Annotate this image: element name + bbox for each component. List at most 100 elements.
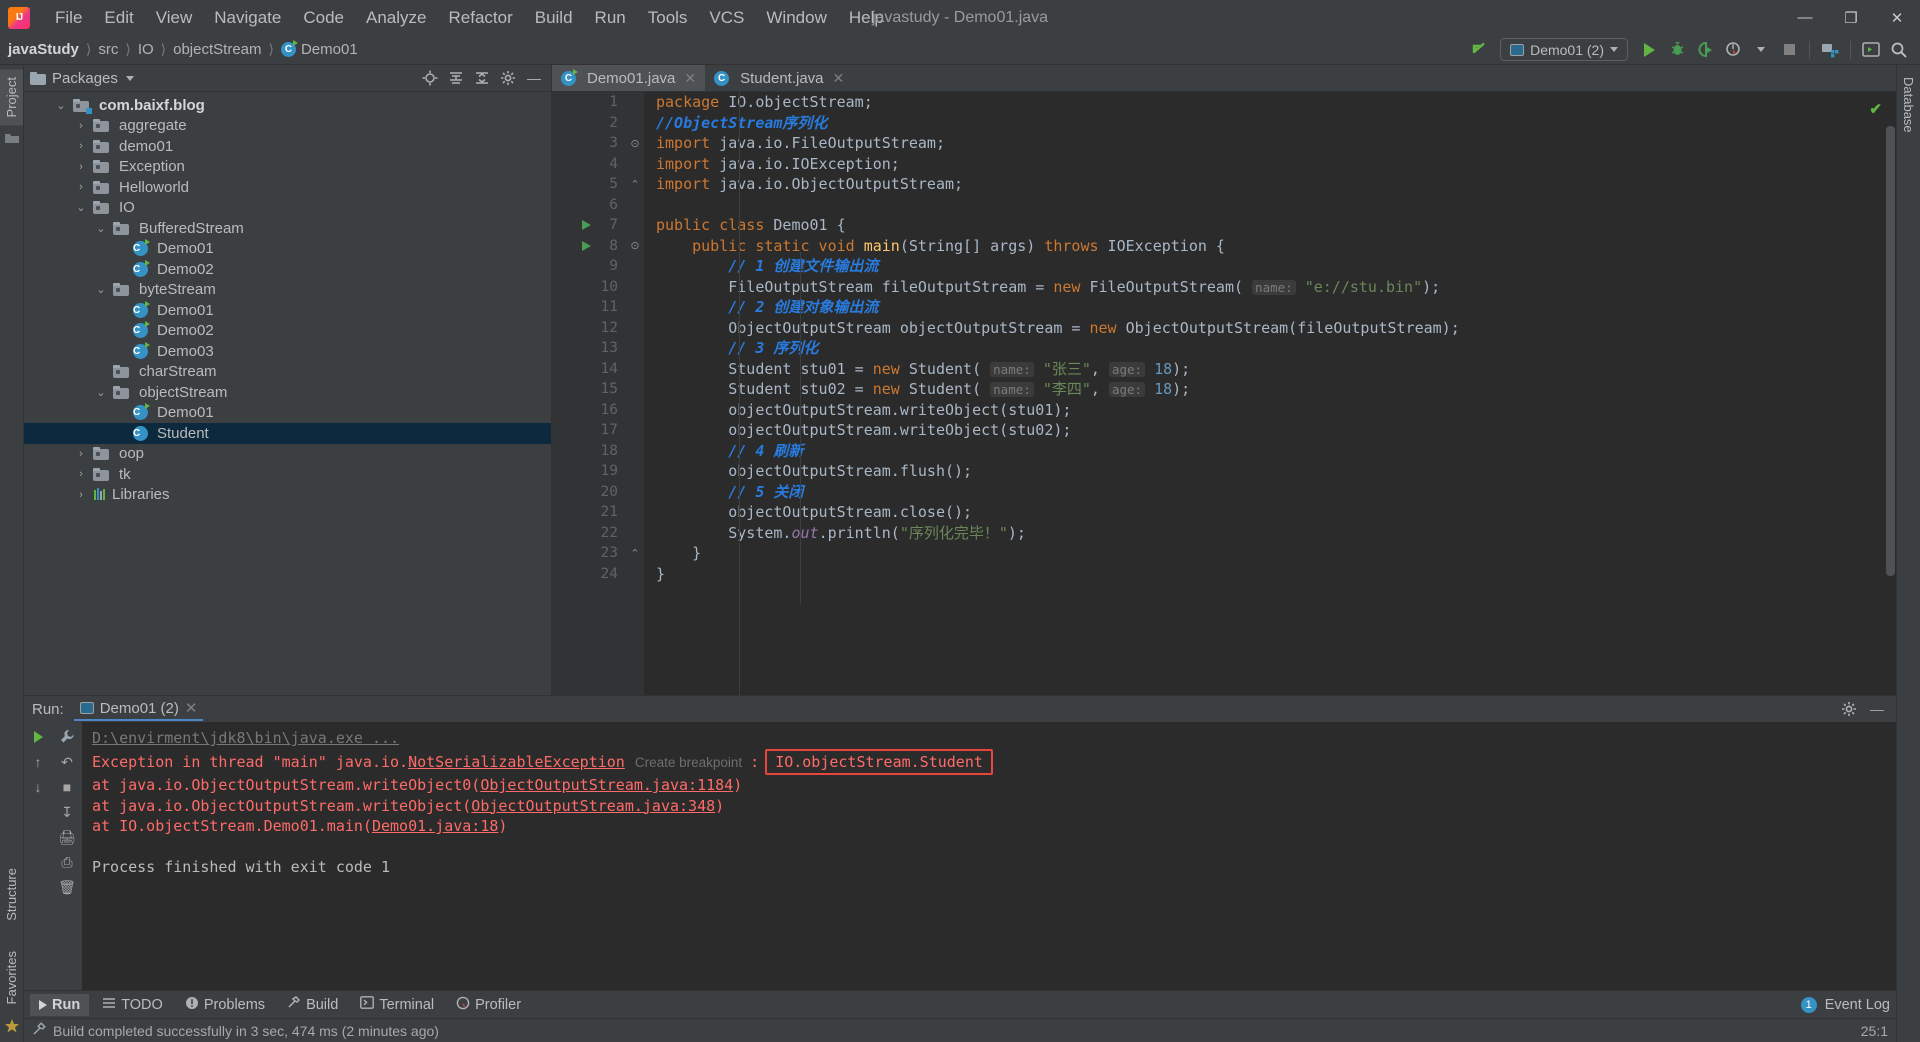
chevron-down-icon[interactable]: ⌄	[74, 201, 88, 214]
run-icon[interactable]	[1636, 38, 1662, 62]
chevron-right-icon[interactable]: ›	[74, 181, 88, 193]
folder-strip-icon[interactable]	[4, 131, 20, 147]
sidebar-tab-favorites[interactable]: Favorites	[0, 943, 23, 1012]
stack-link[interactable]: ObjectOutputStream.java:348	[471, 797, 715, 815]
gutter-run-icon[interactable]	[582, 240, 591, 251]
update-project-icon[interactable]	[1466, 38, 1492, 62]
tree-row-demo03[interactable]: C Demo03	[24, 341, 551, 362]
editor-tab-student[interactable]: C Student.java ✕	[705, 65, 853, 91]
chevron-right-icon[interactable]: ›	[74, 120, 88, 132]
tree-row-student[interactable]: C Student	[24, 423, 551, 444]
exception-type-link[interactable]: NotSerializableException	[408, 753, 625, 771]
gutter-line-6[interactable]: 6	[552, 195, 626, 216]
project-tree[interactable]: ⌄ com.baixf.blog › aggregate › demo01 › Excepti…	[24, 92, 551, 695]
gutter-line-3[interactable]: 3	[552, 133, 626, 154]
run-configuration-selector[interactable]: Demo01 (2)	[1500, 38, 1628, 61]
chevron-right-icon[interactable]: ›	[74, 140, 88, 152]
tree-row-io[interactable]: ⌄ IO	[24, 198, 551, 219]
run-with-coverage-icon[interactable]	[1692, 38, 1718, 62]
profile-dropdown-icon[interactable]	[1748, 38, 1774, 62]
create-breakpoint-hint[interactable]: Create breakpoint	[635, 755, 742, 770]
bottom-tab-problems[interactable]: Problems	[176, 993, 274, 1017]
close-icon[interactable]: ✕	[185, 699, 198, 717]
editor-scrollbar[interactable]: ✔	[1869, 92, 1896, 695]
breadcrumb-project[interactable]: javaStudy	[8, 41, 79, 58]
menu-file[interactable]: File	[44, 4, 93, 32]
debug-icon[interactable]	[1664, 38, 1690, 62]
bottom-tab-build[interactable]: Build	[278, 993, 347, 1017]
gutter-line-1[interactable]: 1	[552, 92, 626, 113]
stack-link[interactable]: ObjectOutputStream.java:1184	[480, 776, 733, 794]
tree-row-oop[interactable]: › oop	[24, 444, 551, 465]
menu-build[interactable]: Build	[524, 4, 584, 32]
soft-wrap-icon[interactable]: ↶	[56, 751, 78, 773]
bottom-tab-terminal[interactable]: Terminal	[351, 993, 443, 1016]
sidebar-tab-project[interactable]: Project	[0, 69, 23, 126]
star-icon[interactable]	[4, 1018, 20, 1034]
gutter-run-icon[interactable]	[582, 220, 591, 231]
breadcrumb-demo01[interactable]: C Demo01	[280, 40, 358, 58]
gutter-line-14[interactable]: 14	[552, 359, 626, 380]
gutter-line-17[interactable]: 17	[552, 420, 626, 441]
tree-row-helloworld[interactable]: › Helloworld	[24, 177, 551, 198]
menu-navigate[interactable]: Navigate	[203, 4, 292, 32]
gutter-line-24[interactable]: 24	[552, 564, 626, 585]
tree-row-charstream[interactable]: charStream	[24, 362, 551, 383]
locate-file-icon[interactable]	[419, 67, 441, 89]
hide-panel-icon[interactable]: —	[1866, 698, 1888, 720]
tree-row-aggregate[interactable]: › aggregate	[24, 116, 551, 137]
fold-column[interactable]: ⊙ ⌃ ⊙ ⌃	[626, 92, 644, 695]
gear-icon[interactable]	[497, 67, 519, 89]
bottom-tab-run[interactable]: Run	[30, 993, 90, 1016]
gutter-line-22[interactable]: 22	[552, 523, 626, 544]
minimize-button[interactable]: —	[1782, 0, 1828, 35]
run-tab-demo01[interactable]: Demo01 (2) ✕	[73, 697, 204, 721]
menu-view[interactable]: View	[145, 4, 204, 32]
chevron-right-icon[interactable]: ›	[74, 468, 88, 480]
trash-icon[interactable]: 🗑	[56, 876, 78, 898]
gutter-line-23[interactable]: 23	[552, 543, 626, 564]
close-icon[interactable]: ✕	[833, 70, 845, 87]
editor-tab-demo01[interactable]: C Demo01.java ✕	[552, 65, 706, 91]
up-arrow-icon[interactable]: ↑	[27, 751, 49, 773]
chevron-right-icon[interactable]: ›	[74, 448, 88, 460]
menu-edit[interactable]: Edit	[93, 4, 144, 32]
tree-row-demo01[interactable]: › demo01	[24, 136, 551, 157]
tree-row-objectstream[interactable]: ⌄ objectStream	[24, 382, 551, 403]
tree-row-exception[interactable]: › Exception	[24, 157, 551, 178]
gutter-line-20[interactable]: 20	[552, 482, 626, 503]
menu-code[interactable]: Code	[292, 4, 355, 32]
terminal-icon[interactable]	[1858, 38, 1884, 62]
rerun-icon[interactable]	[27, 726, 49, 748]
gear-icon[interactable]	[1838, 698, 1860, 720]
fold-marker-line-8[interactable]: ⊙	[626, 236, 644, 257]
breadcrumb-src[interactable]: src	[98, 41, 118, 58]
code-editor[interactable]: 1 2 3 4 5 6 7 8 9 10 11 12 13 14 15 16 17 18 19 20 21 22 23 24 …	[552, 92, 1896, 695]
gutter-line-4[interactable]: 4	[552, 154, 626, 175]
chevron-down-icon[interactable]: ⌄	[94, 386, 108, 399]
tree-row-demo01[interactable]: C Demo01	[24, 403, 551, 424]
chevron-down-icon[interactable]: ⌄	[54, 99, 68, 112]
collapse-all-icon[interactable]	[471, 67, 493, 89]
print2-icon[interactable]: ⎙	[56, 851, 78, 873]
menu-refactor[interactable]: Refactor	[437, 4, 523, 32]
expand-all-icon[interactable]	[445, 67, 467, 89]
gutter-line-10[interactable]: 10	[552, 277, 626, 298]
event-log-label[interactable]: Event Log	[1825, 997, 1890, 1013]
fold-marker-line-23[interactable]: ⌃	[626, 543, 644, 564]
gutter-line-9[interactable]: 9	[552, 256, 626, 277]
gutter-line-18[interactable]: 18	[552, 441, 626, 462]
hide-panel-icon[interactable]: —	[523, 67, 545, 89]
tree-row-bufferedstream[interactable]: ⌄ BufferedStream	[24, 218, 551, 239]
chevron-right-icon[interactable]: ›	[74, 161, 88, 173]
gutter-line-11[interactable]: 11	[552, 297, 626, 318]
scroll-to-end-icon[interactable]: ■	[56, 776, 78, 798]
tree-row-libraries[interactable]: › Libraries	[24, 485, 551, 506]
tree-row-demo02[interactable]: C Demo02	[24, 321, 551, 342]
caret-position[interactable]: 25:1	[1861, 1023, 1888, 1039]
tree-row-com-baixf-blog[interactable]: ⌄ com.baixf.blog	[24, 95, 551, 116]
gutter-line-7[interactable]: 7	[552, 215, 626, 236]
gutter-line-12[interactable]: 12	[552, 318, 626, 339]
print-icon[interactable]: 🖨	[56, 826, 78, 848]
close-button[interactable]: ✕	[1874, 0, 1920, 35]
